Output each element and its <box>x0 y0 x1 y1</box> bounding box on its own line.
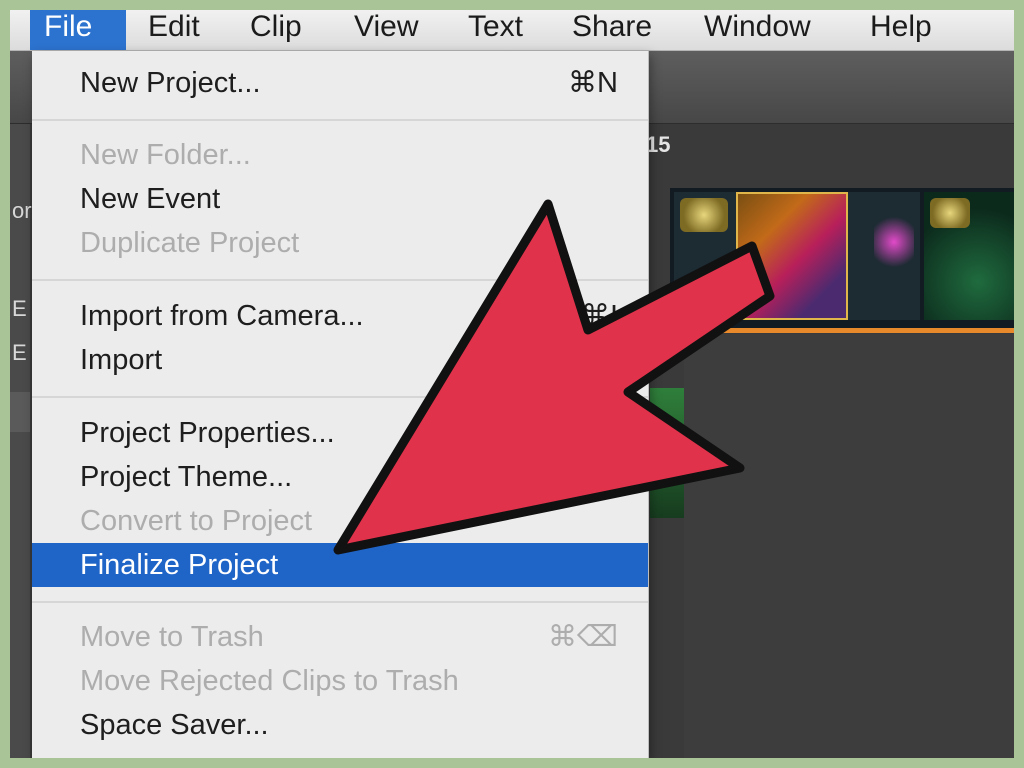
menu-view[interactable]: View <box>340 10 432 50</box>
menu-item-label: Import <box>80 344 163 376</box>
clip-thumbnail-partial[interactable] <box>650 388 687 518</box>
menu-item-shortcut: ⌘I <box>580 300 618 332</box>
menu-help[interactable]: Help <box>856 10 946 50</box>
event-library-sidebar: or E E <box>10 124 32 758</box>
menu-item-label: Import from Camera... <box>80 300 364 332</box>
menu-item-space-saver[interactable]: Space Saver... <box>32 703 648 747</box>
menu-separator <box>32 119 648 121</box>
sidebar-label: or <box>12 198 32 223</box>
menu-item-import-from-camera[interactable]: Import from Camera... ⌘I <box>32 294 648 338</box>
menu-item-duplicate-project[interactable]: Duplicate Project <box>32 221 648 265</box>
menu-item-finalize-project[interactable]: Finalize Project <box>32 543 648 587</box>
sidebar-item-event[interactable]: E <box>12 296 27 322</box>
menu-bar: File Edit Clip View Text Share Window He… <box>10 10 1014 51</box>
menu-separator <box>32 396 648 398</box>
menu-item-shortcut: ⌘N <box>568 67 618 99</box>
video-frame-image <box>874 212 914 272</box>
menu-item-label: Finalize Project <box>80 549 279 581</box>
menu-item-label: New Folder... <box>80 139 251 171</box>
menu-clip[interactable]: Clip <box>236 10 316 50</box>
menu-item-new-folder[interactable]: New Folder... <box>32 133 648 177</box>
menu-item-project-theme[interactable]: Project Theme... <box>32 455 648 499</box>
event-browser-area <box>684 334 1014 758</box>
menu-file[interactable]: File <box>30 10 126 50</box>
clip-thumbnail[interactable] <box>924 192 1014 320</box>
menu-separator <box>32 279 648 281</box>
sidebar-item-event[interactable]: E <box>12 340 27 366</box>
game-logo-image <box>680 198 728 232</box>
menu-item-label: New Project... <box>80 67 261 99</box>
menu-share[interactable]: Share <box>558 10 666 50</box>
menu-item-convert-to-project[interactable]: Convert to Project <box>32 499 648 543</box>
menu-item-new-event[interactable]: New Event <box>32 177 648 221</box>
game-card-image <box>736 192 848 320</box>
file-menu-dropdown: New Project... ⌘N New Folder... New Even… <box>32 51 649 758</box>
menu-window[interactable]: Window <box>690 10 825 50</box>
menu-item-label: Duplicate Project <box>80 227 300 259</box>
menu-item-label: Convert to Project <box>80 505 313 537</box>
event-date-header: 15 <box>646 132 671 157</box>
sidebar-selection <box>10 392 30 432</box>
menu-item-label: Move Rejected Clips to Trash <box>80 665 459 697</box>
menu-item-label: New Event <box>80 183 221 215</box>
menu-item-new-project[interactable]: New Project... ⌘N <box>32 61 648 105</box>
menu-item-project-properties[interactable]: Project Properties... <box>32 411 648 455</box>
menu-item-move-to-trash[interactable]: Move to Trash ⌘⌫ <box>32 615 648 659</box>
menu-item-label: Project Theme... <box>80 461 293 493</box>
menu-item-import[interactable]: Import <box>32 338 648 382</box>
game-logo-image <box>930 198 970 228</box>
menu-item-move-rejected-clips-to-trash[interactable]: Move Rejected Clips to Trash <box>32 659 648 703</box>
menu-item-label: Move to Trash <box>80 621 264 653</box>
menu-item-shortcut: ⌘⌫ <box>547 621 618 653</box>
clip-filmstrip[interactable] <box>670 188 1014 333</box>
menu-edit[interactable]: Edit <box>134 10 214 50</box>
clip-thumbnail[interactable] <box>674 192 920 320</box>
screenshot-frame: or E E 15 File Edit Clip View Text Share… <box>10 10 1014 758</box>
menu-text[interactable]: Text <box>454 10 537 50</box>
menu-item-label: Project Properties... <box>80 417 335 449</box>
menu-separator <box>32 601 648 603</box>
menu-item-label: Space Saver... <box>80 709 269 741</box>
